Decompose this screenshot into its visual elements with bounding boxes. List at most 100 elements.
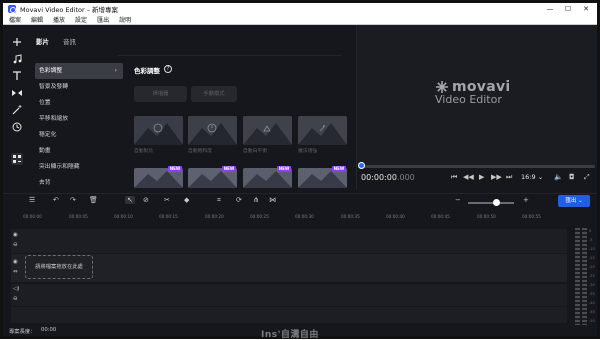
timecode-main: 00:00:00 <box>361 173 397 182</box>
category-animation[interactable]: 動畫 <box>35 143 123 159</box>
video-track[interactable] <box>11 254 567 282</box>
timecode-fraction: .000 <box>396 173 415 182</box>
eye-icon[interactable]: ◉ <box>13 259 18 265</box>
meter-label: -5 <box>589 238 593 242</box>
maximize-button[interactable]: ☐ <box>559 3 577 15</box>
stabilize-icon[interactable]: ⋔ <box>253 196 259 204</box>
add-track-icon[interactable]: ☰ <box>29 196 35 204</box>
marker-icon[interactable]: ◆ <box>184 196 189 204</box>
meter-label: 0 <box>589 229 592 233</box>
category-pan-zoom[interactable]: 平移和縮放 <box>35 111 123 127</box>
step-back-icon[interactable]: ◀◀ <box>463 173 474 181</box>
help-icon[interactable]: ? <box>164 65 172 73</box>
undo-icon[interactable]: ↶ <box>53 196 59 204</box>
category-color-adjust[interactable]: 色彩調整 <box>35 63 123 79</box>
link-icon[interactable]: ⊖ <box>13 296 18 302</box>
category-stabilization[interactable]: 穩定化 <box>35 127 123 143</box>
category-list: 色彩調整 智景及發轉 位置 平移和縮放 穩定化 動畫 突出顯示和隱藏 去背 <box>35 63 123 191</box>
meter-label: -25 <box>589 274 595 278</box>
menu-playback[interactable]: 播放 <box>53 15 65 24</box>
category-crop-rotate[interactable]: 智景及發轉 <box>35 79 123 95</box>
text-icon[interactable] <box>11 70 23 82</box>
play-icon[interactable]: ▶ <box>479 173 484 181</box>
new-badge: NEW <box>168 166 182 172</box>
redo-icon[interactable]: ↷ <box>70 196 76 204</box>
music-note-icon[interactable] <box>11 53 23 65</box>
ripple-icon[interactable]: ⊘ <box>143 196 149 204</box>
zoom-out-icon[interactable]: − <box>455 196 461 204</box>
category-highlight-conceal[interactable]: 突出顯示和隱藏 <box>35 159 123 175</box>
preset-auto-saturation[interactable] <box>188 116 237 145</box>
ruler-label: 00:00:55 <box>522 214 541 219</box>
menu-settings[interactable]: 設定 <box>75 15 87 24</box>
rotate-icon[interactable]: ⟳ <box>236 196 242 204</box>
ruler-label: 00:00:25 <box>250 214 269 219</box>
eye-icon[interactable]: ◉ <box>13 232 18 238</box>
zoom-in-icon[interactable]: + <box>523 196 529 204</box>
step-forward-icon[interactable]: ▶▶ <box>491 173 502 181</box>
crop-icon[interactable]: ⌗ <box>217 196 221 205</box>
close-button[interactable]: ✕ <box>577 3 595 15</box>
preset-auto-white-balance[interactable] <box>243 116 292 145</box>
plus-icon[interactable] <box>11 36 23 48</box>
title-track[interactable] <box>11 229 567 253</box>
zoom-slider[interactable] <box>468 202 514 204</box>
menu-export[interactable]: 匯出 <box>97 15 109 24</box>
mountain-thumbnail-icon <box>243 116 292 145</box>
audio-track[interactable] <box>11 284 567 306</box>
tabs-divider <box>118 55 342 56</box>
menu-edit[interactable]: 編輯 <box>31 15 43 24</box>
transitions-icon[interactable] <box>11 87 23 99</box>
clock-icon[interactable] <box>11 121 23 133</box>
app-window: Movavi Video Editor – 新增專案 — ☐ ✕ 檔案 編輯 播… <box>0 0 600 340</box>
split-icon[interactable]: ✂ <box>164 196 170 204</box>
delete-icon[interactable]: 🗑 <box>89 196 98 204</box>
preset-auto-contrast[interactable] <box>134 116 183 145</box>
magic-wand-icon[interactable] <box>11 104 23 116</box>
skip-start-icon[interactable]: ⏮ <box>451 173 457 182</box>
category-position[interactable]: 位置 <box>35 95 123 111</box>
snapshot-icon[interactable]: ◘ <box>569 173 575 181</box>
mountain-thumbnail-icon <box>134 116 183 145</box>
transition-tool-icon[interactable]: ⋈ <box>269 196 276 204</box>
manual-mode-button[interactable]: 手動模式 <box>191 86 237 102</box>
preset-magic-enhance[interactable] <box>298 116 347 145</box>
media-tabs: 影片 音訊 <box>36 36 76 46</box>
window-title: Movavi Video Editor – 新增專案 <box>20 6 119 14</box>
meter-label: -20 <box>589 265 595 269</box>
preview-scrubber[interactable] <box>359 165 595 168</box>
audio-mute-icon[interactable]: ◁) <box>13 286 19 292</box>
tab-audio[interactable]: 音訊 <box>63 36 76 46</box>
link-icon[interactable]: ⇔ <box>13 269 18 275</box>
drop-zone[interactable]: 請將檔案拖放在此處 <box>25 255 93 279</box>
timecode: 00:00:00.000 <box>361 173 415 182</box>
category-chroma-key[interactable]: 去背 <box>35 175 123 191</box>
ruler-label: 00:00:00 <box>23 214 42 219</box>
fullscreen-icon[interactable]: ⤢ <box>584 173 590 182</box>
ruler-label: 00:00:45 <box>431 214 450 219</box>
tab-video[interactable]: 影片 <box>36 36 49 46</box>
volume-icon[interactable]: 🔈 <box>554 173 563 181</box>
meter-label: -15 <box>589 256 595 260</box>
menu-file[interactable]: 檔案 <box>9 15 21 24</box>
minimize-button[interactable]: — <box>541 3 559 15</box>
scrubber-handle[interactable] <box>358 162 365 169</box>
panel-title: 色彩調整 <box>134 67 160 75</box>
meter-label: -50 <box>589 319 595 323</box>
scanner-button[interactable]: 掃描器 <box>134 86 187 102</box>
menu-help[interactable]: 說明 <box>119 15 131 24</box>
aspect-ratio-select[interactable]: 16:9 ⌄ <box>521 173 543 181</box>
ruler-label: 00:00:35 <box>341 214 360 219</box>
link-icon[interactable]: ⊖ <box>13 242 18 248</box>
preset-label: 自動飽和度 <box>188 149 212 154</box>
zoom-slider-handle[interactable] <box>493 199 501 206</box>
select-tool-icon[interactable]: ↖ <box>125 196 135 204</box>
ruler-label: 00:00:30 <box>295 214 314 219</box>
meter-label: -45 <box>589 310 595 314</box>
audio-meter-right <box>582 228 587 328</box>
export-button[interactable]: 匯出 ⌄ <box>558 195 590 207</box>
skip-end-icon[interactable]: ⏭ <box>506 173 512 182</box>
logo-product: Video Editor <box>435 93 502 106</box>
empty-track[interactable] <box>11 307 567 323</box>
filters-icon[interactable] <box>11 153 23 165</box>
